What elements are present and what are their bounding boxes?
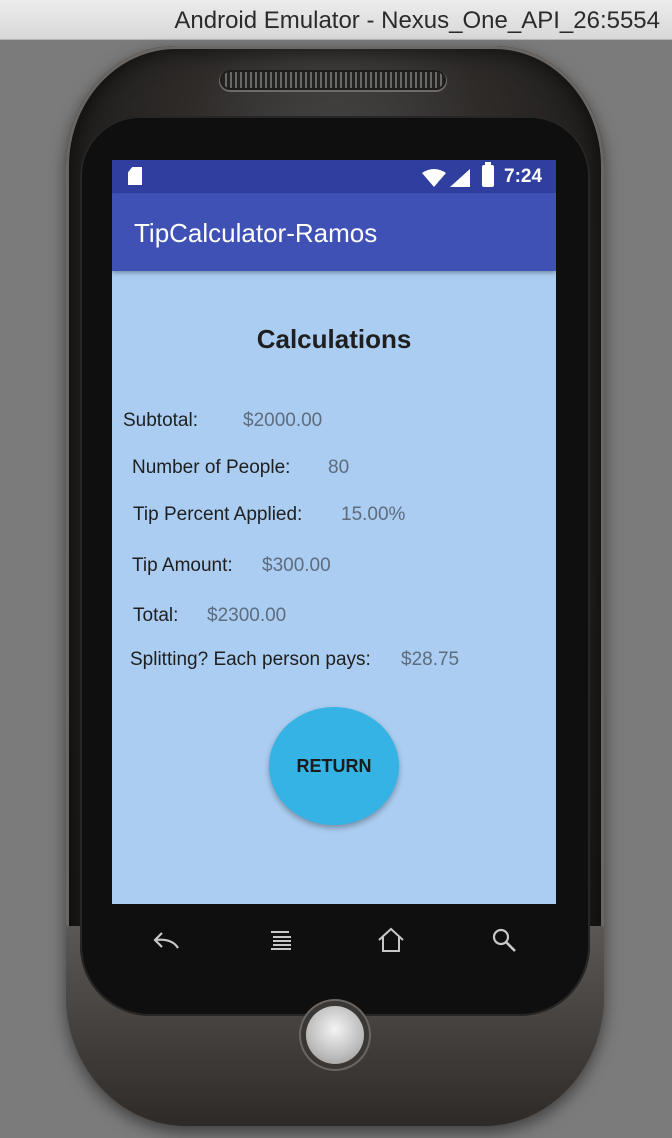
wifi-icon	[422, 169, 446, 187]
total-value: $2300.00	[207, 605, 287, 626]
return-button[interactable]: RETURN	[269, 707, 399, 825]
tip-percent-value: 15.00%	[341, 504, 406, 525]
emulator-title-bar: Android Emulator - Nexus_One_API_26:5554	[0, 0, 672, 40]
app-title: TipCalculator-Ramos	[134, 218, 378, 248]
subtotal-value: $2000.00	[243, 410, 323, 431]
menu-icon[interactable]	[261, 922, 301, 958]
people-value: 80	[328, 457, 350, 478]
device-screen: 7:24 TipCalculator-Ramos Calculations Su…	[112, 160, 556, 904]
signal-icon	[450, 169, 470, 187]
window-title: Android Emulator - Nexus_One_API_26:5554	[174, 7, 660, 34]
android-nav-bar	[112, 904, 556, 976]
people-label: Number of People:	[132, 457, 291, 478]
home-icon[interactable]	[371, 922, 411, 958]
tip-amount-label: Tip Amount:	[132, 555, 233, 576]
back-icon[interactable]	[146, 922, 186, 958]
split-label: Splitting? Each person pays:	[130, 649, 371, 670]
speaker-grille	[222, 72, 444, 88]
status-time: 7:24	[504, 166, 543, 187]
app-toolbar: TipCalculator-Ramos	[112, 193, 556, 271]
split-value: $28.75	[401, 649, 460, 670]
sd-card-icon	[128, 167, 142, 185]
subtotal-label: Subtotal:	[123, 410, 198, 431]
status-bar: 7:24	[112, 160, 556, 193]
battery-icon	[482, 162, 494, 187]
tip-amount-value: $300.00	[262, 555, 331, 576]
calculations-heading: Calculations	[256, 324, 412, 354]
trackball-button[interactable]	[306, 1006, 364, 1064]
search-icon[interactable]	[484, 922, 524, 958]
total-label: Total:	[133, 605, 179, 626]
tip-percent-label: Tip Percent Applied:	[133, 504, 303, 525]
